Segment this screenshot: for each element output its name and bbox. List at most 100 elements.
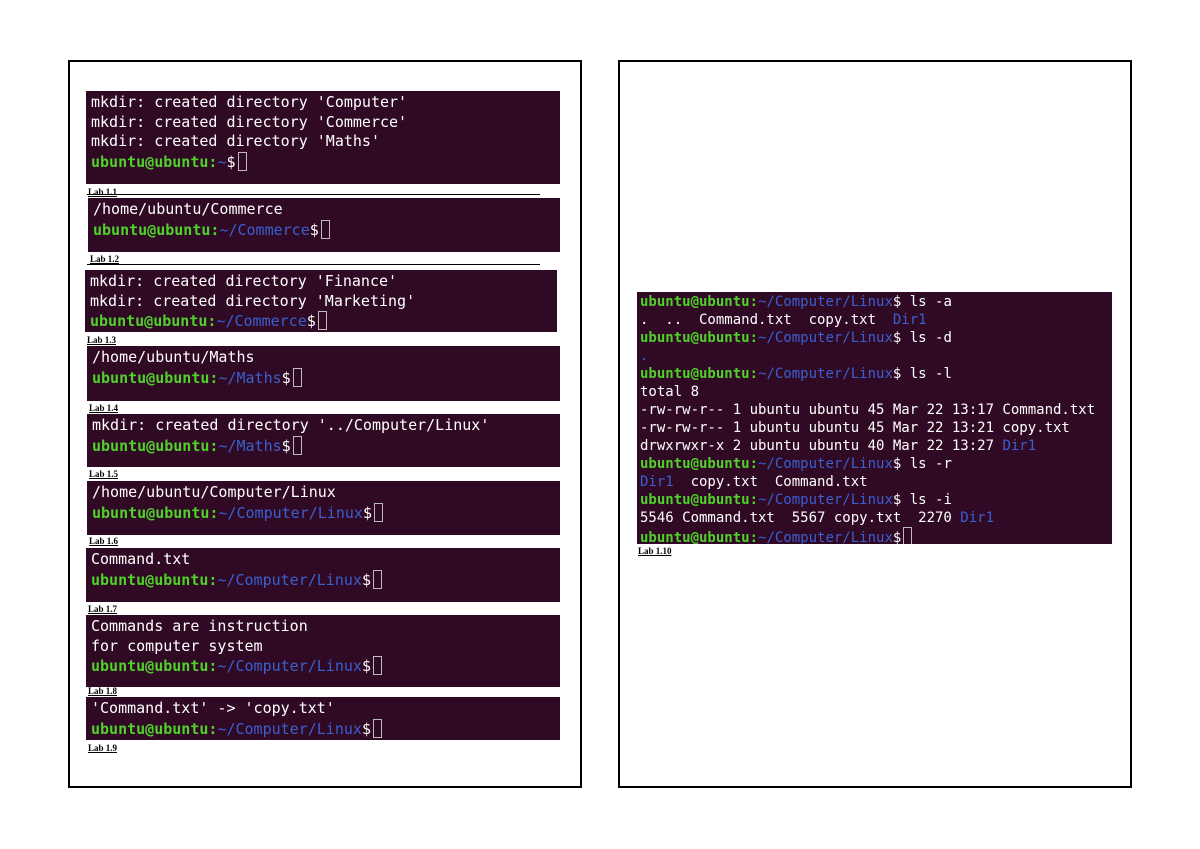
prompt-colon: : [749, 456, 759, 472]
prompt-path: ~/Computer/Linux [758, 530, 893, 544]
terminal-line: mkdir: created directory 'Maths' [91, 132, 380, 150]
command-text: ls -r [901, 456, 952, 472]
separator-rule [87, 194, 540, 195]
prompt-path: ~/Computer/Linux [758, 294, 893, 310]
directory-name: . [640, 348, 649, 364]
prompt-user: ubuntu@ubuntu [90, 312, 208, 330]
separator-rule [87, 264, 540, 265]
terminal-line: for computer system [91, 636, 263, 655]
terminal-line: -rw-rw-r-- 1 ubuntu ubuntu 45 Mar 22 13:… [640, 419, 1110, 437]
terminal-line: ubuntu@ubuntu:~/Computer/Linux$ [640, 527, 1110, 544]
lab-caption: Lab 1.1 [88, 187, 118, 197]
directory-name: Dir1 [960, 510, 995, 526]
terminal-output: Commands are instruction for computer sys… [86, 615, 560, 687]
prompt-user: ubuntu@ubuntu [93, 220, 211, 239]
terminal-line: mkdir: created directory 'Computer' [91, 93, 408, 111]
prompt-dollar: $ [362, 503, 372, 522]
output-text: copy.txt Command.txt [673, 474, 868, 490]
terminal-line: -rw-rw-r-- 1 ubuntu ubuntu 45 Mar 22 13:… [640, 401, 1110, 419]
lab-caption: Lab 1.5 [89, 469, 119, 479]
prompt-colon: : [749, 366, 759, 382]
terminal-line: Dir1 copy.txt Command.txt [640, 473, 1110, 491]
command-text: ls -l [901, 366, 952, 382]
terminal-output: /home/ubuntu/Commerce ubuntu@ubuntu:~/Com… [88, 198, 560, 252]
terminal-line: ubuntu@ubuntu:~/Commerce$ [90, 311, 553, 331]
prompt-user: ubuntu@ubuntu [91, 657, 209, 675]
prompt-path: ~/Computer/Linux [217, 719, 362, 738]
terminal-line: ubuntu@ubuntu:~/Computer/Linux$ [91, 656, 556, 676]
prompt-path: ~/Computer/Linux [758, 456, 893, 472]
terminal-line: ubuntu@ubuntu:~/Computer/Linux$ [91, 718, 556, 739]
lab-caption: Lab 1.8 [88, 686, 118, 696]
prompt-user: ubuntu@ubuntu [91, 152, 209, 171]
output-text: -rw-rw-r-- 1 ubuntu ubuntu 45 Mar 22 13:… [640, 420, 1070, 436]
terminal-line: ubuntu@ubuntu:~/Computer/Linux$ ls -d [640, 329, 1110, 347]
prompt-user: ubuntu@ubuntu [91, 719, 209, 738]
terminal-cursor [320, 219, 330, 239]
prompt-user: ubuntu@ubuntu [640, 294, 750, 310]
terminal-cursor [317, 311, 327, 330]
prompt-user: ubuntu@ubuntu [640, 492, 750, 508]
terminal-line: ubuntu@ubuntu:~/Computer/Linux$ ls -r [640, 455, 1110, 473]
terminal-line: Command.txt [91, 550, 191, 568]
terminal-line: ubuntu@ubuntu:~/Computer/Linux$ [91, 569, 556, 590]
terminal-line: 'Command.txt' -> 'copy.txt' [91, 699, 335, 717]
terminal-cursor [372, 569, 382, 589]
lab-caption: Lab 1.4 [89, 403, 119, 413]
terminal-line: ubuntu@ubuntu:~/Computer/Linux$ ls -i [640, 491, 1110, 509]
prompt-user: ubuntu@ubuntu [640, 366, 750, 382]
prompt-path: ~/Computer/Linux [217, 657, 362, 675]
command-text: ls -d [901, 330, 952, 346]
prompt-colon: : [749, 492, 759, 508]
prompt-user: ubuntu@ubuntu [91, 570, 209, 589]
prompt-path: ~/Computer/Linux [758, 366, 893, 382]
prompt-dollar: $ [226, 152, 236, 171]
prompt-path: ~/Maths [218, 368, 282, 387]
lab-caption: Lab 1.7 [88, 604, 118, 614]
lab-caption: Lab 1.9 [88, 743, 118, 753]
command-text: ls -a [901, 294, 952, 310]
directory-name: Dir1 [1002, 438, 1037, 454]
terminal-line: ubuntu@ubuntu:~/Computer/Linux$ ls -a [640, 293, 1110, 311]
lab-caption: Lab 1.6 [89, 536, 119, 546]
output-text: drwxrwxr-x 2 ubuntu ubuntu 40 Mar 22 13:… [640, 438, 1003, 454]
prompt-dollar: $ [281, 368, 291, 387]
terminal-line: ubuntu@ubuntu:~/Maths$ [92, 435, 556, 456]
terminal-line: ubuntu@ubuntu:~/Commerce$ [93, 219, 556, 240]
output-text: 5546 Command.txt 5567 copy.txt 2270 [640, 510, 961, 526]
prompt-dollar: $ [361, 570, 371, 589]
prompt-dollar: $ [892, 530, 902, 544]
prompt-colon: : [749, 330, 759, 346]
terminal-line: total 8 [640, 383, 1110, 401]
prompt-colon: : [749, 294, 759, 310]
prompt-dollar: $ [309, 220, 319, 239]
prompt-colon: : [749, 530, 759, 544]
terminal-line: 5546 Command.txt 5567 copy.txt 2270 Dir1 [640, 509, 1110, 527]
terminal-line: /home/ubuntu/Maths [92, 348, 255, 366]
terminal-cursor [373, 502, 383, 522]
terminal-line: ubuntu@ubuntu:~/Maths$ [92, 367, 556, 388]
prompt-path: ~/Computer/Linux [758, 330, 893, 346]
terminal-cursor [372, 718, 382, 738]
prompt-dollar: $ [281, 436, 291, 455]
terminal-output: /home/ubuntu/Maths ubuntu@ubuntu:~/Maths$ [87, 346, 560, 401]
output-text: -rw-rw-r-- 1 ubuntu ubuntu 45 Mar 22 13:… [640, 402, 1096, 418]
terminal-line: Commands are instruction [91, 617, 308, 635]
terminal-line: ubuntu@ubuntu:~/Computer/Linux$ ls -l [640, 365, 1110, 383]
terminal-line: mkdir: created directory 'Finance' [90, 272, 398, 290]
prompt-user: ubuntu@ubuntu [640, 330, 750, 346]
terminal-output: mkdir: created directory '../Computer/Li… [87, 414, 560, 467]
lab-caption: Lab 1.2 [90, 254, 120, 264]
terminal-cursor [292, 435, 302, 455]
output-text: total 8 [640, 384, 700, 400]
prompt-path: ~/Commerce [216, 312, 307, 330]
terminal-line: /home/ubuntu/Computer/Linux [92, 483, 336, 501]
terminal-output: /home/ubuntu/Computer/Linux ubuntu@ubuntu… [87, 481, 560, 535]
terminal-line: . .. Command.txt copy.txt Dir1 [640, 311, 1110, 329]
prompt-user: ubuntu@ubuntu [640, 530, 750, 544]
prompt-dollar: $ [361, 719, 371, 738]
terminal-output: mkdir: created directory 'Computer' mkdir… [86, 91, 560, 184]
terminal-line: ubuntu@ubuntu:~/Computer/Linux$ [92, 502, 556, 523]
directory-name: Dir1 [640, 474, 674, 490]
terminal-cursor [292, 367, 302, 387]
